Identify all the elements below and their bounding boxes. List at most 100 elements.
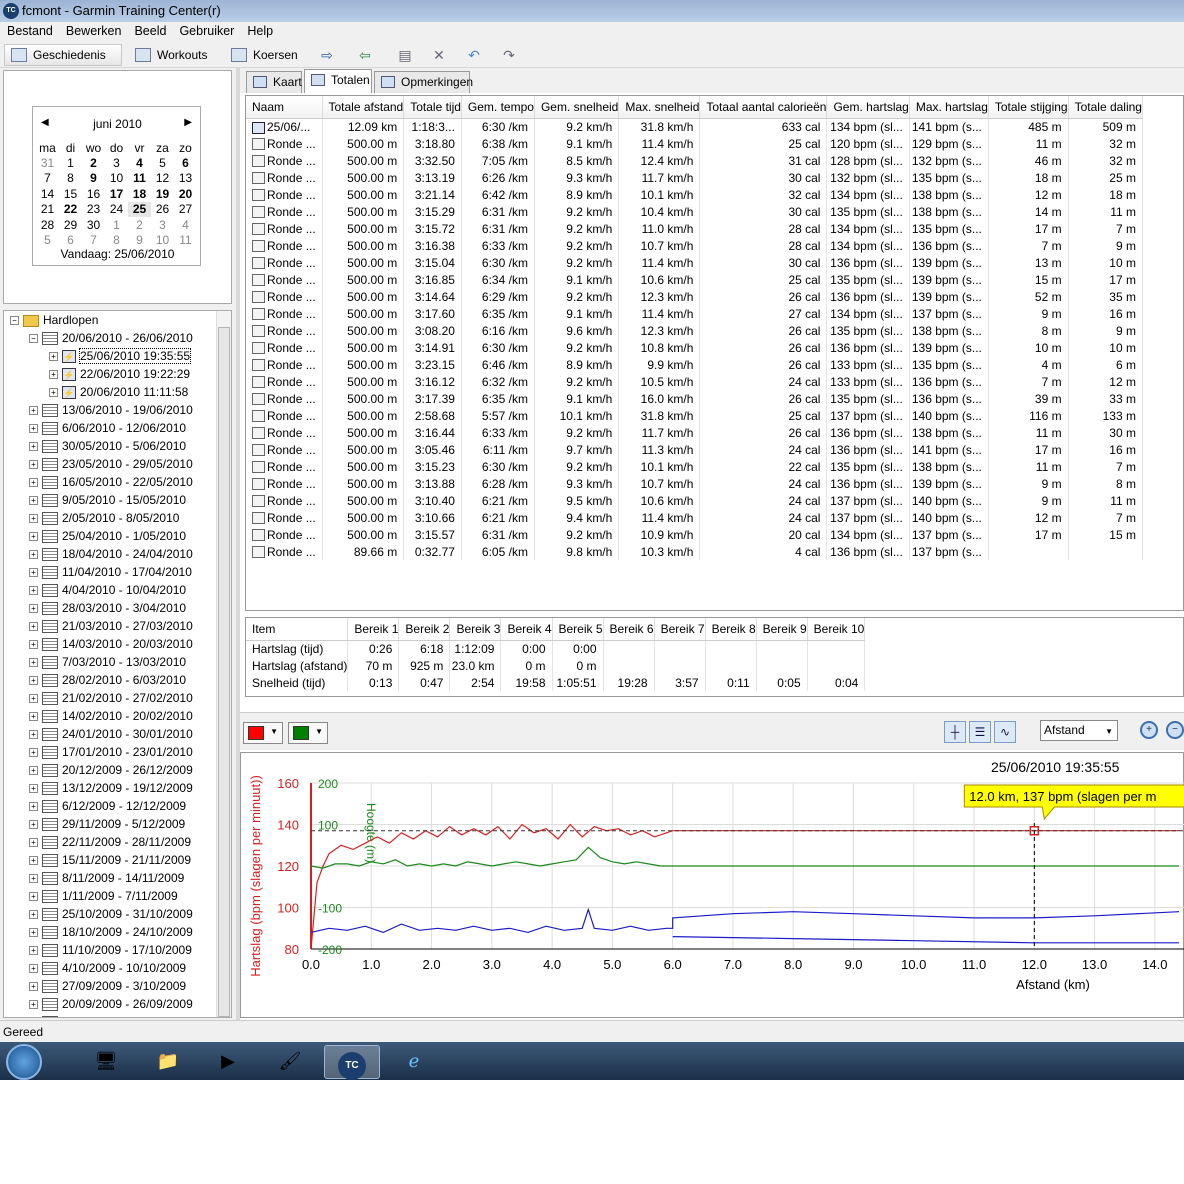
training-center-taskbar-button[interactable]: TC [324,1045,380,1080]
collapse-icon[interactable]: − [29,334,38,344]
redo-icon[interactable]: ↷ [498,47,520,63]
series2-color-select[interactable]: ▼ [288,722,328,744]
expand-icon[interactable]: + [29,424,38,434]
expand-icon[interactable]: + [29,568,38,578]
table-row[interactable]: Ronde ... 500.00 m 3:16.12 6:32 /km 9.2 km/h… [246,373,1143,390]
column-header[interactable]: Bereik 8 [705,618,757,641]
expand-icon[interactable]: + [49,388,58,398]
tab-opmerkingen[interactable]: Opmerkingen [374,71,473,93]
expand-icon[interactable]: + [29,442,38,452]
courses-button[interactable]: Koersen [224,44,304,66]
table-row[interactable]: Ronde ... 500.00 m 3:15.23 6:30 /km 9.2 km/h… [246,458,1143,475]
calendar-day[interactable]: 22 [59,202,82,217]
expand-icon[interactable]: + [29,478,38,488]
tree-week[interactable]: +27/09/2009 - 3/10/2009 [29,977,186,995]
expand-icon[interactable]: + [29,694,38,704]
tree-week[interactable]: +9/05/2010 - 15/05/2010 [29,491,186,509]
tree-week[interactable]: +23/05/2010 - 29/05/2010 [29,455,193,473]
tree-week[interactable]: +4/10/2009 - 10/10/2009 [29,959,186,977]
calendar-day[interactable]: 21 [36,202,59,217]
tree-week[interactable]: +14/03/2010 - 20/03/2010 [29,635,193,653]
table-row[interactable]: Ronde ... 500.00 m 3:13.88 6:28 /km 9.3 km/h… [246,475,1143,492]
table-row[interactable]: Ronde ... 500.00 m 3:23.15 6:46 /km 8.9 km/h… [246,356,1143,373]
activity-chart[interactable]: 0.0 1.0 2.0 3.0 4.0 5.0 6.0 7.0 8.0 9.0 10.0 11.0 12… [240,752,1184,1018]
tree-week[interactable]: +28/02/2010 - 6/03/2010 [29,671,186,689]
expand-icon[interactable]: + [29,874,38,884]
tree-week[interactable]: +22/11/2009 - 28/11/2009 [29,833,191,851]
tree-activity-selected[interactable]: + ⚡ 25/06/2010 19:35:55 [49,347,192,365]
calendar-day[interactable]: 19 [151,186,174,201]
calendar-day[interactable]: 4 [128,155,151,170]
column-header[interactable]: Bereik 4 [500,618,553,641]
expand-icon[interactable]: + [29,658,38,668]
calendar-day[interactable]: 31 [36,155,59,170]
tree-week[interactable]: +6/12/2009 - 12/12/2009 [29,797,186,815]
calendar-day[interactable]: 5 [151,155,174,170]
calendar-day[interactable]: 27 [174,202,197,217]
tree-week[interactable]: +24/01/2010 - 30/01/2010 [29,725,193,743]
column-header[interactable]: Bereik 5 [552,618,604,641]
column-header[interactable]: Bereik 1 [347,618,400,641]
column-header[interactable]: Item [246,618,349,641]
expand-icon[interactable]: + [29,910,38,920]
tree-scrollbar[interactable] [216,311,231,1017]
history-button[interactable]: Geschiedenis [4,44,122,66]
tree-week[interactable]: +18/10/2009 - 24/10/2009 [29,923,193,941]
tree-week[interactable]: +16/05/2010 - 22/05/2010 [29,473,193,491]
calendar-day[interactable]: 16 [82,186,105,201]
expand-icon[interactable]: + [29,766,38,776]
tree-week[interactable]: +30/05/2010 - 5/06/2010 [29,437,186,455]
calendar-day[interactable]: 12 [151,171,174,186]
calendar-day[interactable]: 7 [82,232,105,247]
expand-icon[interactable]: + [29,712,38,722]
workouts-button[interactable]: Workouts [128,44,214,66]
calendar-day[interactable]: 24 [105,202,128,217]
table-row[interactable]: Ronde ... 500.00 m 3:16.44 6:33 /km 9.2 km/h… [246,424,1143,441]
internet-explorer-taskbar-icon[interactable]: ℯ [386,1045,442,1079]
expand-icon[interactable]: + [29,676,38,686]
tree-week[interactable]: +28/03/2010 - 3/04/2010 [29,599,186,617]
column-header[interactable]: Max. snelheid [618,96,701,119]
start-button[interactable] [6,1044,42,1080]
calendar-day[interactable]: 11 [174,232,197,247]
expand-icon[interactable]: + [29,550,38,560]
column-header[interactable]: Bereik 10 [807,618,866,641]
column-header[interactable]: Totale tijd [403,96,462,119]
calendar-day[interactable]: 20 [174,186,197,201]
tree-week[interactable]: +13/06/2010 - 19/06/2010 [29,401,193,419]
next-month-icon[interactable]: ▶ [184,117,192,128]
calendar-day[interactable]: 30 [82,217,105,232]
column-header[interactable]: Gem. tempo [461,96,535,119]
expand-icon[interactable]: + [49,352,58,362]
calendar-day[interactable]: 8 [105,232,128,247]
table-row[interactable]: Ronde ... 500.00 m 3:17.60 6:35 /km 9.1 km/h… [246,305,1143,322]
expand-icon[interactable]: + [29,604,38,614]
expand-icon[interactable]: + [29,532,38,542]
expand-icon[interactable]: + [29,1000,38,1010]
tree-week[interactable]: +25/04/2010 - 1/05/2010 [29,527,186,545]
column-header[interactable]: Bereik 2 [398,618,451,641]
tree-week[interactable]: +20/12/2009 - 26/12/2009 [29,761,193,779]
expand-icon[interactable]: + [29,856,38,866]
tree-week[interactable]: +13/12/2009 - 19/12/2009 [29,779,193,797]
tree-week[interactable]: +8/11/2009 - 14/11/2009 [29,869,184,887]
calendar-day[interactable]: 3 [151,217,174,232]
table-row[interactable]: Ronde ... 500.00 m 3:15.72 6:31 /km 9.2 km/h… [246,220,1143,237]
column-header[interactable]: Max. hartslag [909,96,989,119]
column-header[interactable]: Totale daling [1068,96,1143,119]
tree-week[interactable]: +1/11/2009 - 7/11/2009 [29,887,178,905]
calendar-day[interactable]: 7 [36,171,59,186]
calendar-day[interactable]: 5 [36,232,59,247]
column-header[interactable]: Bereik 6 [603,618,655,641]
column-header[interactable]: Gem. snelheid [534,96,620,119]
delete-icon[interactable]: ✕ [428,47,450,63]
calendar-day-today[interactable]: 25 [128,201,151,217]
menu-bewerken[interactable]: Bewerken [59,22,128,38]
tree-week[interactable]: +21/02/2010 - 27/02/2010 [29,689,193,707]
expand-icon[interactable]: + [29,622,38,632]
tab-kaart[interactable]: Kaart [246,71,302,93]
tree-week[interactable]: +11/10/2009 - 17/10/2009 [29,941,192,959]
expand-icon[interactable]: + [29,982,38,992]
tree-week[interactable]: +7/03/2010 - 13/03/2010 [29,653,186,671]
table-row[interactable]: Ronde ... 500.00 m 3:14.64 6:29 /km 9.2 km/h… [246,288,1143,305]
